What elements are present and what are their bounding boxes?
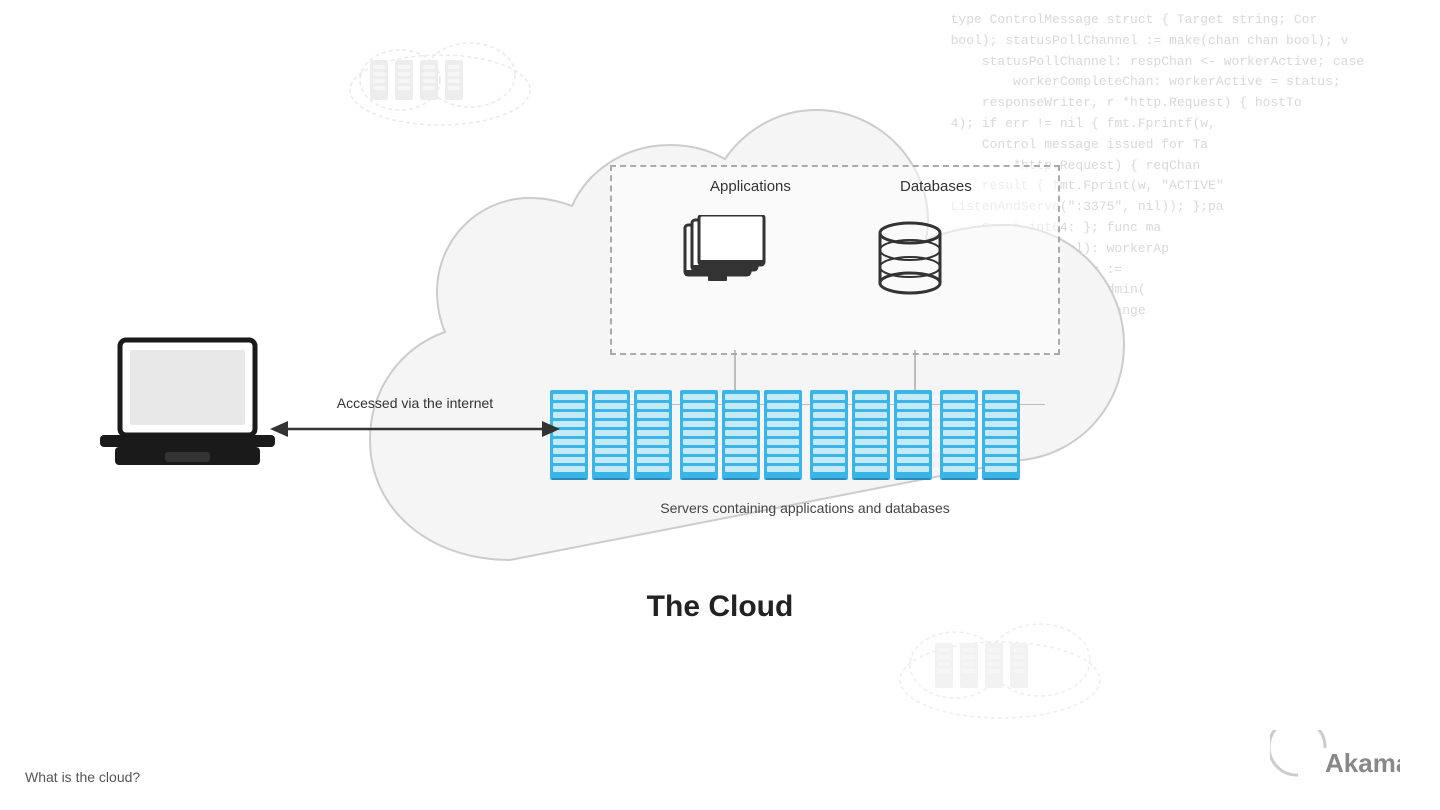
diagram-area: Applications Databases	[0, 0, 1440, 810]
databases-label: Databases	[900, 178, 972, 195]
bottom-left-label: What is the cloud?	[25, 769, 140, 785]
app-db-box	[610, 165, 1060, 355]
applications-label: Applications	[710, 178, 791, 195]
deco-cloud-bottom-right	[890, 605, 1110, 730]
arrow-label: Accessed via the internet	[337, 395, 493, 411]
servers-row	[550, 390, 1060, 490]
database-icon	[870, 215, 970, 305]
akamai-logo: Akamai	[1270, 730, 1400, 790]
arrow-container: Accessed via the internet	[270, 395, 560, 442]
applications-icon	[680, 215, 780, 305]
laptop-icon	[100, 330, 275, 485]
servers-caption: Servers containing applications and data…	[550, 500, 1060, 516]
svg-text:Akamai: Akamai	[1325, 748, 1400, 778]
